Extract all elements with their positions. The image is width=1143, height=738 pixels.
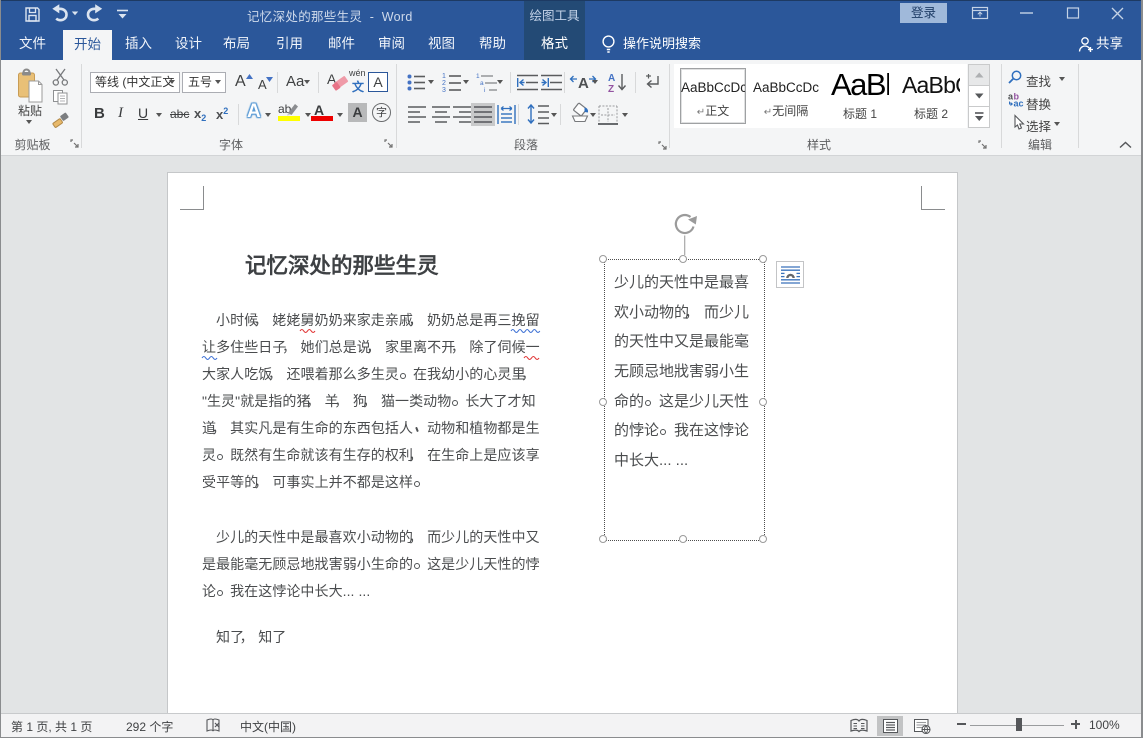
svg-text:2: 2: [442, 80, 446, 87]
svg-text:ac: ac: [1014, 99, 1024, 109]
svg-text:i: i: [484, 87, 485, 94]
svg-text:Z: Z: [608, 84, 614, 95]
svg-text:a: a: [480, 80, 484, 87]
svg-text:1: 1: [442, 73, 446, 80]
svg-text:3: 3: [442, 87, 446, 94]
svg-text:A: A: [608, 73, 615, 84]
svg-text:1: 1: [476, 73, 480, 80]
